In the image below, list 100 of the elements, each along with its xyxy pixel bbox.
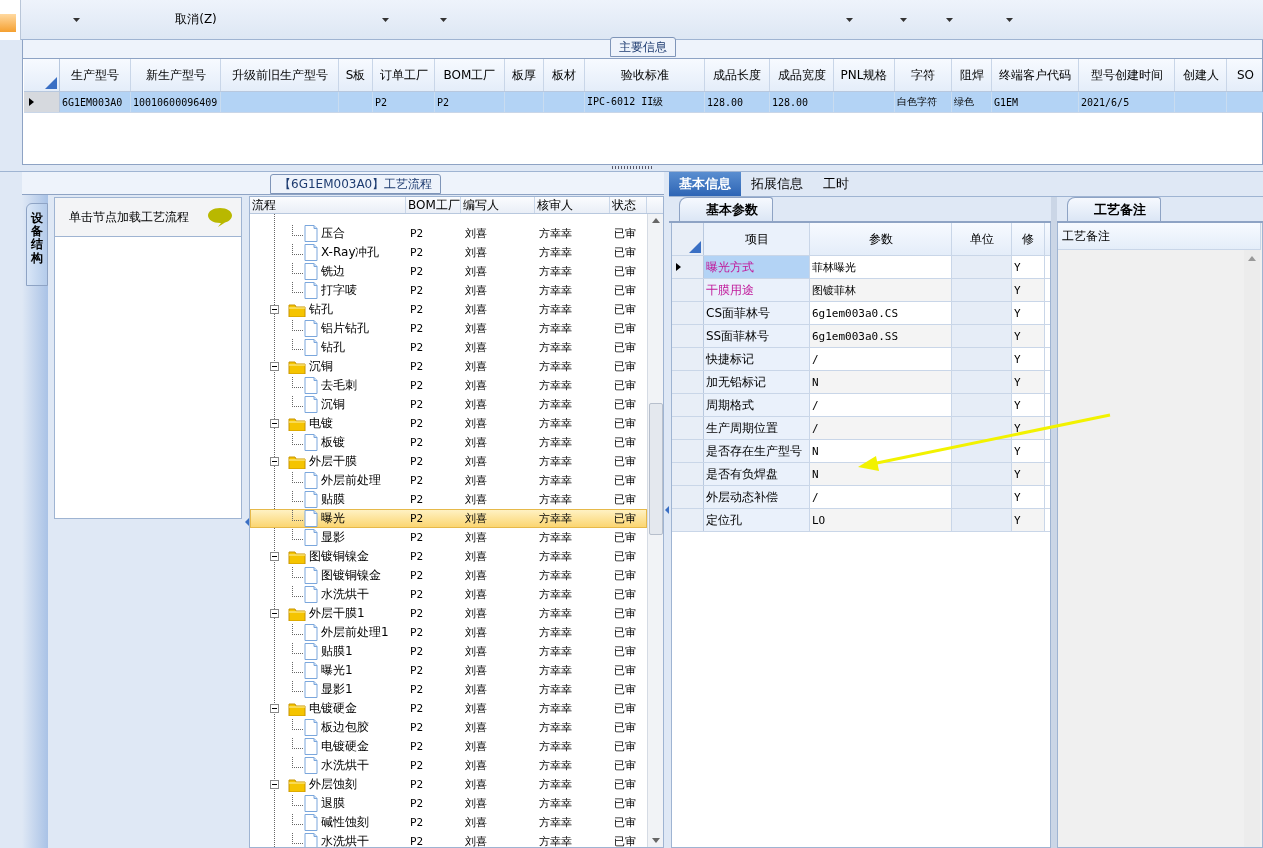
tree-row[interactable]: 电镀 P2 刘喜 方幸幸 已审 (250, 414, 647, 433)
table-row[interactable]: 快捷标记 / Y (672, 348, 1050, 371)
column-header[interactable]: 板材 (544, 59, 585, 91)
column-header[interactable]: 型号创建时间 (1079, 59, 1175, 91)
table-row[interactable]: CS面菲林号 6g1em003a0.CS Y (672, 302, 1050, 325)
tree-row[interactable]: 铝片钻孔 P2 刘喜 方幸幸 已审 (250, 319, 647, 338)
tree-row[interactable]: 贴膜 P2 刘喜 方幸幸 已审 (250, 490, 647, 509)
tree-row[interactable]: 压合 P2 刘喜 方幸幸 已审 (250, 224, 647, 243)
tab[interactable]: 拓展信息 (741, 172, 813, 196)
table-row[interactable]: 干膜用途 图镀菲林 Y (672, 279, 1050, 302)
column-header[interactable]: 修 (1012, 223, 1045, 255)
tab[interactable]: 基本信息 (669, 172, 741, 196)
column-header[interactable]: 状态 (610, 197, 647, 213)
tree-row[interactable]: 水洗烘干 P2 刘喜 方幸幸 已审 (250, 585, 647, 604)
tree-row[interactable]: 显影1 P2 刘喜 方幸幸 已审 (250, 680, 647, 699)
column-header[interactable]: 成品宽度 (770, 59, 834, 91)
column-header[interactable]: 板厚 (505, 59, 544, 91)
column-header[interactable]: 参数 (810, 223, 952, 255)
tree-row[interactable]: 板边包胶 P2 刘喜 方幸幸 已审 (250, 718, 647, 737)
tree-row[interactable]: 水洗烘干 P2 刘喜 方幸幸 已审 (250, 756, 647, 775)
tree-row[interactable]: 外层蚀刻 P2 刘喜 方幸幸 已审 (250, 775, 647, 794)
table-row[interactable]: 定位孔 LO Y (672, 509, 1050, 532)
dropdown-caret-icon[interactable] (900, 17, 907, 22)
tree-row[interactable]: 外层干膜 P2 刘喜 方幸幸 已审 (250, 452, 647, 471)
collapse-icon[interactable] (270, 419, 279, 428)
tab[interactable]: 基本参数 (679, 197, 773, 221)
tree-row[interactable]: 打字唛 P2 刘喜 方幸幸 已审 (250, 281, 647, 300)
collapse-icon[interactable] (270, 704, 279, 713)
scroll-up-icon[interactable] (651, 218, 660, 223)
tree-row[interactable]: 电镀硬金 P2 刘喜 方幸幸 已审 (250, 699, 647, 718)
table-row[interactable]: 是否存在生产型号 N Y (672, 440, 1050, 463)
tree-row[interactable]: 外层前处理 P2 刘喜 方幸幸 已审 (250, 471, 647, 490)
column-header[interactable]: 流程 (250, 197, 406, 213)
column-header[interactable]: 升级前旧生产型号 (221, 59, 339, 91)
dropdown-caret-icon[interactable] (1006, 17, 1013, 22)
column-header[interactable]: 工艺备注 (1062, 227, 1110, 245)
tree-row[interactable]: 钻孔 P2 刘喜 方幸幸 已审 (250, 300, 647, 319)
column-header[interactable]: 核审人 (535, 197, 610, 213)
dropdown-caret-icon[interactable] (382, 17, 389, 22)
column-header[interactable]: 阻焊 (952, 59, 992, 91)
collapse-icon[interactable] (270, 780, 279, 789)
scroll-thumb[interactable] (648, 403, 663, 535)
column-header[interactable]: 成品长度 (705, 59, 770, 91)
column-header[interactable]: 订单工厂 (373, 59, 435, 91)
column-header[interactable]: 项目 (704, 223, 810, 255)
collapse-icon[interactable] (270, 305, 279, 314)
scroll-down-icon[interactable] (651, 838, 660, 843)
collapse-icon[interactable] (270, 552, 279, 561)
table-row[interactable]: SS面菲林号 6g1em003a0.SS Y (672, 325, 1050, 348)
column-header[interactable]: S板 (339, 59, 373, 91)
tree-row[interactable]: X-Ray冲孔 P2 刘喜 方幸幸 已审 (250, 243, 647, 262)
tree-row[interactable]: 贴膜1 P2 刘喜 方幸幸 已审 (250, 642, 647, 661)
tree-row[interactable]: 退膜 P2 刘喜 方幸幸 已审 (250, 794, 647, 813)
tree-row[interactable]: 外层干膜1 P2 刘喜 方幸幸 已审 (250, 604, 647, 623)
collapse-arrow-icon[interactable] (664, 506, 669, 514)
column-header[interactable]: SO (1227, 59, 1263, 91)
tree-row[interactable]: 钻孔 P2 刘喜 方幸幸 已审 (250, 338, 647, 357)
tree-row[interactable]: 沉铜 P2 刘喜 方幸幸 已审 (250, 357, 647, 376)
table-row[interactable]: 生产周期位置 / Y (672, 417, 1050, 440)
scrollbar[interactable] (647, 214, 663, 847)
table-row[interactable]: 6G1EM003A0 10010600096409 P2 P2 IPC-6012 II级 128.00 128.00 白色字符 绿色 G1EM 2021/6/5 (24, 92, 1262, 113)
side-tab[interactable]: 设备结构 (26, 203, 48, 286)
column-header[interactable]: 验收标准 (585, 59, 705, 91)
tree-row[interactable]: 沉铜 P2 刘喜 方幸幸 已审 (250, 395, 647, 414)
tab[interactable]: 工时 (813, 172, 859, 196)
dropdown-caret-icon[interactable] (73, 17, 80, 22)
column-header[interactable]: 终端客户代码 (992, 59, 1079, 91)
dropdown-caret-icon[interactable] (846, 17, 853, 22)
tree-row[interactable]: 板镀 P2 刘喜 方幸幸 已审 (250, 433, 647, 452)
tree-row[interactable]: 外层前处理1 P2 刘喜 方幸幸 已审 (250, 623, 647, 642)
column-header[interactable]: BOM工厂 (406, 197, 461, 213)
column-header[interactable]: 生产型号 (60, 59, 131, 91)
table-row[interactable]: 是否有负焊盘 N Y (672, 463, 1050, 486)
table-row[interactable]: 曝光方式 菲林曝光 Y (672, 256, 1050, 279)
column-header[interactable]: BOM工厂 (435, 59, 505, 91)
column-header[interactable]: 新生产型号 (131, 59, 221, 91)
tree-row[interactable]: 显影 P2 刘喜 方幸幸 已审 (250, 528, 647, 547)
tree-row[interactable]: 曝光1 P2 刘喜 方幸幸 已审 (250, 661, 647, 680)
tree-row[interactable]: 电镀硬金 P2 刘喜 方幸幸 已审 (250, 737, 647, 756)
column-header[interactable]: 字符 (895, 59, 952, 91)
column-header[interactable]: 单位 (952, 223, 1012, 255)
table-row[interactable]: 周期格式 / Y (672, 394, 1050, 417)
tree-row[interactable]: 碱性蚀刻 P2 刘喜 方幸幸 已审 (250, 813, 647, 832)
collapse-icon[interactable] (270, 609, 279, 618)
tree-row[interactable]: 去毛刺 P2 刘喜 方幸幸 已审 (250, 376, 647, 395)
tab[interactable]: 工艺备注 (1067, 197, 1161, 221)
column-header[interactable]: PNL规格 (834, 59, 895, 91)
collapse-icon[interactable] (270, 457, 279, 466)
scrollbar[interactable] (1244, 250, 1260, 847)
table-row[interactable]: 加无铅标记 N Y (672, 371, 1050, 394)
tree-row[interactable]: 图镀铜镍金 P2 刘喜 方幸幸 已审 (250, 547, 647, 566)
splitter-grip-icon[interactable] (611, 166, 652, 169)
collapse-arrow-icon[interactable] (244, 517, 249, 526)
column-header[interactable]: 创建人 (1175, 59, 1227, 91)
tree-row[interactable]: 曝光 P2 刘喜 方幸幸 已审 (250, 509, 647, 528)
cancel-menu-item[interactable]: 取消(Z) (175, 11, 217, 28)
dropdown-caret-icon[interactable] (946, 17, 953, 22)
tree-row[interactable]: 图镀铜镍金 P2 刘喜 方幸幸 已审 (250, 566, 647, 585)
column-header[interactable]: 编写人 (461, 197, 535, 213)
table-row[interactable]: 外层动态补偿 / Y (672, 486, 1050, 509)
